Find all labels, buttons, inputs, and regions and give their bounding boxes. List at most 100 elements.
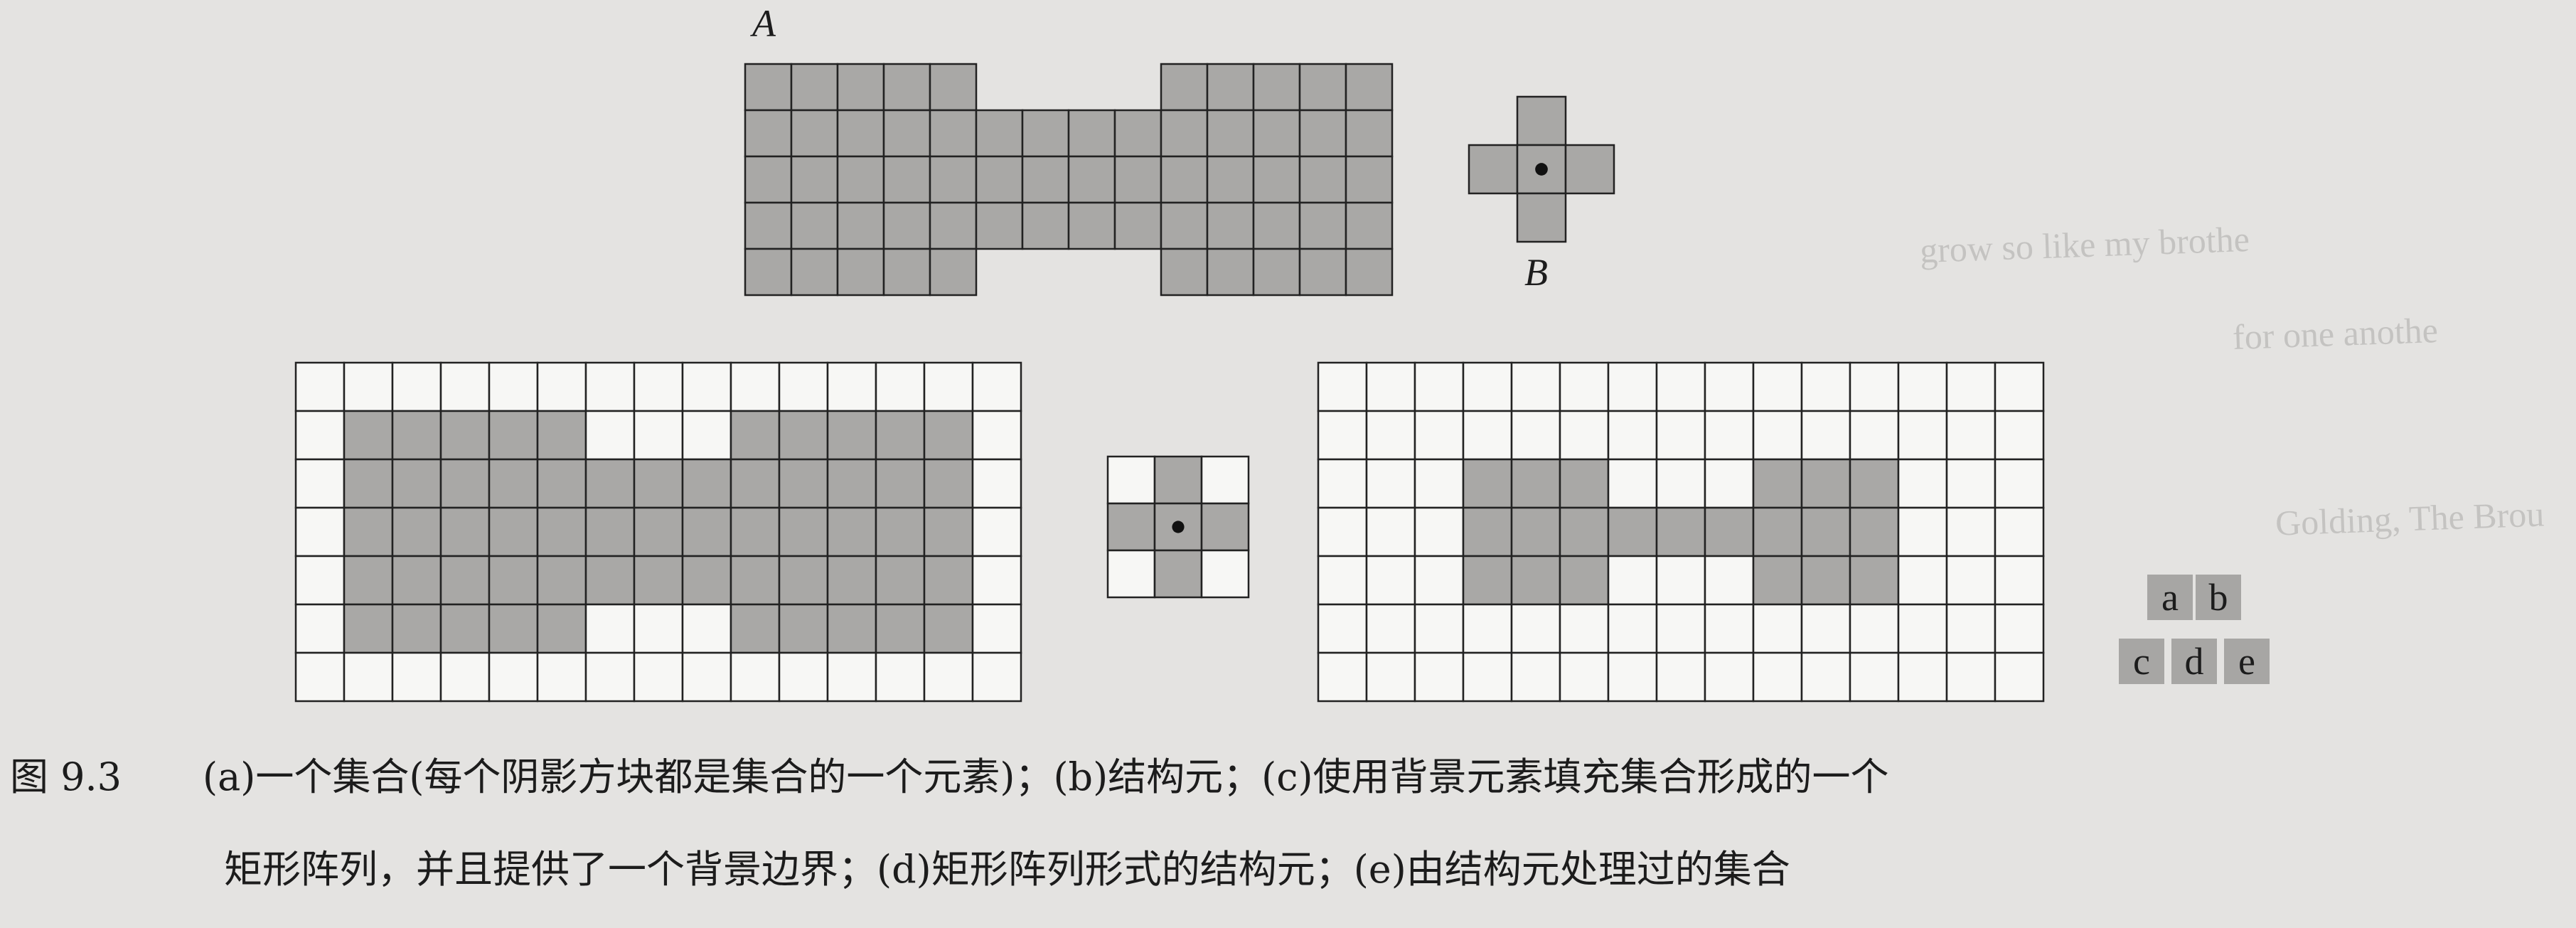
set-element-cell xyxy=(1345,201,1394,250)
background-cell xyxy=(488,651,539,703)
background-cell xyxy=(1897,458,1948,509)
set-element-cell xyxy=(1468,144,1519,195)
set-element-cell xyxy=(1516,95,1567,146)
background-cell xyxy=(391,361,442,412)
set-element-cell xyxy=(439,555,491,606)
background-cell xyxy=(391,651,442,703)
set-element-cell xyxy=(1252,63,1301,112)
background-cell xyxy=(1106,549,1156,599)
figure-number: 图 9.3 xyxy=(10,754,122,799)
background-cell xyxy=(1317,506,1368,558)
background-cell xyxy=(1413,603,1465,654)
background-cell xyxy=(1849,603,1900,654)
set-element-cell xyxy=(681,458,732,509)
set-element-cell xyxy=(929,247,978,297)
set-element-cell xyxy=(1752,506,1803,558)
background-cell xyxy=(1200,549,1250,599)
set-element-cell xyxy=(1252,201,1301,250)
set-element-cell xyxy=(633,555,684,606)
set-element-cell xyxy=(929,109,978,158)
background-cell xyxy=(1413,410,1465,461)
set-element-cell xyxy=(1206,155,1255,204)
set-element-cell xyxy=(1462,555,1513,606)
set-element-cell xyxy=(488,458,539,509)
set-element-cell xyxy=(1160,155,1209,204)
set-element-cell xyxy=(875,506,926,558)
set-element-cell xyxy=(744,155,793,204)
set-element-cell xyxy=(1800,458,1851,509)
background-cell xyxy=(1317,603,1368,654)
set-element-cell xyxy=(391,410,442,461)
background-cell xyxy=(1655,555,1706,606)
background-cell xyxy=(1994,410,2045,461)
set-element-cell xyxy=(1752,458,1803,509)
set-element-cell xyxy=(1153,455,1203,505)
set-element-cell xyxy=(826,603,877,654)
set-element-cell xyxy=(1252,109,1301,158)
set-element-cell xyxy=(584,555,636,606)
set-element-cell xyxy=(1067,109,1116,158)
background-cell xyxy=(1945,555,1997,606)
background-cell xyxy=(1800,361,1851,412)
background-cell xyxy=(584,651,636,703)
set-element-cell xyxy=(488,410,539,461)
background-cell xyxy=(923,361,974,412)
background-cell xyxy=(1800,410,1851,461)
background-cell xyxy=(1200,455,1250,505)
background-cell xyxy=(536,651,587,703)
bleed-through-text-3: Golding, The Brou xyxy=(2275,494,2545,543)
set-element-cell xyxy=(790,63,839,112)
background-cell xyxy=(1559,651,1610,703)
set-element-cell xyxy=(729,555,781,606)
structuring-element-b-label: B xyxy=(1524,251,1548,294)
grid-svg xyxy=(294,361,1022,703)
background-cell xyxy=(971,361,1022,412)
background-cell xyxy=(681,361,732,412)
background-cell xyxy=(1945,410,1997,461)
background-cell xyxy=(1655,361,1706,412)
set-element-cell xyxy=(343,603,394,654)
background-cell xyxy=(294,410,346,461)
background-cell xyxy=(584,603,636,654)
caption-line-1: (a)一个集合(每个阴影方块都是集合的一个元素)；(b)结构元；(c)使用背景元… xyxy=(203,754,1889,799)
background-cell xyxy=(1849,651,1900,703)
set-element-cell xyxy=(391,458,442,509)
set-element-cell xyxy=(1559,506,1610,558)
background-cell xyxy=(971,410,1022,461)
background-cell xyxy=(488,361,539,412)
background-cell xyxy=(294,458,346,509)
background-cell xyxy=(681,603,732,654)
background-cell xyxy=(1994,361,2045,412)
set-element-cell xyxy=(790,109,839,158)
background-cell xyxy=(1994,603,2045,654)
background-cell xyxy=(1365,458,1416,509)
background-cell xyxy=(971,651,1022,703)
background-cell xyxy=(633,603,684,654)
set-element-cell xyxy=(1206,247,1255,297)
set-element-cell xyxy=(882,109,931,158)
background-cell xyxy=(294,651,346,703)
set-element-cell xyxy=(836,63,885,112)
background-cell xyxy=(1704,651,1755,703)
background-cell xyxy=(1897,410,1948,461)
background-cell xyxy=(1462,410,1513,461)
set-element-cell xyxy=(875,410,926,461)
set-element-cell xyxy=(1206,201,1255,250)
set-element-cell xyxy=(1800,506,1851,558)
set-element-cell xyxy=(729,603,781,654)
background-cell xyxy=(633,410,684,461)
set-element-cell xyxy=(1298,109,1347,158)
background-cell xyxy=(1607,361,1658,412)
set-element-cell xyxy=(488,603,539,654)
set-element-cell xyxy=(923,410,974,461)
background-cell xyxy=(971,506,1022,558)
set-element-cell xyxy=(1252,155,1301,204)
set-element-cell xyxy=(1559,555,1610,606)
background-cell xyxy=(1897,506,1948,558)
grid-svg xyxy=(1106,455,1250,599)
set-element-cell xyxy=(1160,247,1209,297)
background-cell xyxy=(584,410,636,461)
set-element-cell xyxy=(343,555,394,606)
set-element-cell xyxy=(1607,506,1658,558)
background-cell xyxy=(1559,410,1610,461)
